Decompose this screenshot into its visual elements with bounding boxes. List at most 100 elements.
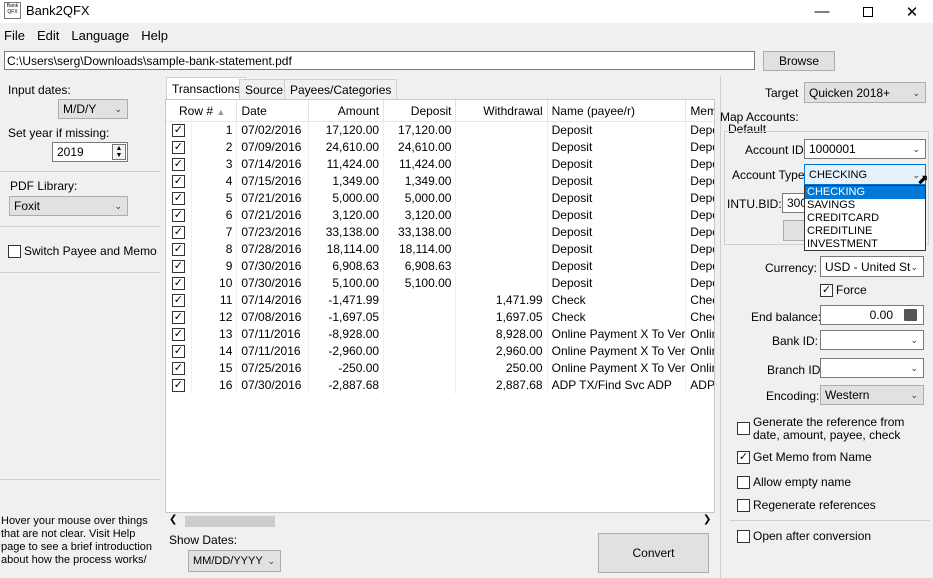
branch-id-select[interactable]: ⌄	[820, 358, 924, 378]
checkbox-box[interactable]: ✓	[171, 328, 185, 341]
column-header-withdrawal[interactable]: Withdrawal	[456, 100, 548, 122]
bank-id-select[interactable]: ⌄	[820, 330, 924, 350]
table-row[interactable]: ✓ 14 07/11/2016 -2,960.00 2,960.00 Online Pay…	[166, 343, 714, 360]
column-header-date[interactable]: Date	[237, 100, 309, 122]
end-balance-input[interactable]: 0.00	[820, 305, 924, 325]
row-checkbox[interactable]: ✓	[166, 343, 192, 360]
table-row[interactable]: ✓ 7 07/23/2016 33,138.00 33,138.00 Deposit Dep…	[166, 224, 714, 241]
menu-file[interactable]: File	[0, 25, 33, 46]
row-checkbox[interactable]: ✓	[166, 139, 192, 156]
show-dates-select[interactable]: MM/DD/YYYY ⌄	[188, 550, 281, 572]
checkbox-box[interactable]	[737, 475, 750, 489]
checkbox-box[interactable]: ✓	[171, 277, 185, 290]
row-checkbox[interactable]: ✓	[166, 224, 192, 241]
account-action-button[interactable]	[783, 220, 805, 241]
checkbox-box[interactable]: ✓	[171, 124, 185, 137]
scroll-left-icon[interactable]: ❮	[169, 514, 177, 525]
convert-button[interactable]: Convert	[598, 533, 709, 573]
row-checkbox[interactable]: ✓	[166, 122, 192, 139]
column-header-name[interactable]: Name (payee/r)	[548, 100, 687, 122]
checkbox-box[interactable]	[737, 422, 750, 435]
table-row[interactable]: ✓ 3 07/14/2016 11,424.00 11,424.00 Deposit Dep…	[166, 156, 714, 173]
checkbox-box[interactable]: ✓	[171, 311, 185, 324]
table-row[interactable]: ✓ 1207/08/2016-1,697.05 1,697.05CheckChec	[166, 309, 714, 326]
checkbox-box[interactable]: ✓	[171, 141, 185, 154]
checkbox-box[interactable]: ✓	[820, 283, 833, 297]
open-after-conversion-checkbox[interactable]: Open after conversion	[737, 529, 871, 543]
row-checkbox[interactable]: ✓	[166, 326, 192, 343]
row-checkbox[interactable]: ✓	[166, 309, 192, 326]
table-row[interactable]: ✓907/30/20166,908.636,908.63DepositDepo	[166, 258, 714, 275]
checkbox-box[interactable]: ✓	[171, 345, 185, 358]
table-row[interactable]: ✓ 16 07/30/2016 -2,887.68 2,887.68 ADP TX/Fin…	[166, 377, 714, 394]
checkbox-box[interactable]: ✓	[171, 294, 185, 307]
menu-help[interactable]: Help	[137, 25, 176, 46]
row-checkbox[interactable]: ✓	[166, 258, 192, 275]
tab-source[interactable]: Source	[239, 79, 290, 99]
calculator-icon[interactable]	[904, 309, 917, 321]
tab-payees-categories[interactable]: Payees/Categories	[284, 79, 398, 99]
regenerate-references-checkbox[interactable]: Regenerate references	[737, 498, 876, 512]
year-spinner[interactable]: 2019 ▲ ▼	[52, 142, 128, 162]
row-checkbox[interactable]: ✓	[166, 173, 192, 190]
table-row[interactable]: ✓507/21/20165,000.005,000.00DepositDepo	[166, 190, 714, 207]
column-header-amount[interactable]: Amount	[309, 100, 385, 122]
get-memo-checkbox[interactable]: ✓ Get Memo from Name	[737, 450, 872, 464]
file-path-input[interactable]: C:\Users\serg\Downloads\sample-bank-stat…	[4, 51, 755, 70]
browse-button[interactable]: Browse	[763, 51, 835, 71]
column-header-deposit[interactable]: Deposit	[384, 100, 457, 122]
row-checkbox[interactable]: ✓	[166, 156, 192, 173]
scroll-right-icon[interactable]: ❯	[703, 514, 711, 525]
table-row[interactable]: ✓ 13 07/11/2016 -8,928.00 8,928.00 Online Pay…	[166, 326, 714, 343]
row-checkbox[interactable]: ✓	[166, 377, 192, 394]
checkbox-box[interactable]: ✓	[171, 192, 185, 205]
row-checkbox[interactable]: ✓	[166, 241, 192, 258]
checkbox-box[interactable]	[737, 498, 750, 512]
column-header-memo[interactable]: Mem	[686, 100, 714, 122]
checkbox-box[interactable]: ✓	[171, 175, 185, 188]
pdf-library-select[interactable]: Foxit ⌄	[9, 196, 128, 216]
table-row[interactable]: ✓ 2 07/09/2016 24,610.00 24,610.00 Deposit Dep…	[166, 139, 714, 156]
table-row[interactable]: ✓ 1 07/02/2016 17,120.00 17,120.00 Deposit Dep…	[166, 122, 714, 139]
spinner-arrows-icon[interactable]: ▲ ▼	[112, 144, 126, 160]
encoding-select[interactable]: Western ⌄	[820, 385, 924, 405]
maximize-button[interactable]	[845, 0, 891, 23]
checkbox-box[interactable]: ✓	[171, 379, 185, 392]
checkbox-box[interactable]: ✓	[171, 209, 185, 222]
checkbox-box[interactable]: ✓	[171, 362, 185, 375]
menu-edit[interactable]: Edit	[33, 25, 67, 46]
close-button[interactable]: ✕	[889, 0, 933, 23]
row-checkbox[interactable]: ✓	[166, 207, 192, 224]
table-row[interactable]: ✓607/21/20163,120.003,120.00DepositDepo	[166, 207, 714, 224]
checkbox-box[interactable]	[737, 529, 750, 543]
dropdown-option-creditcard[interactable]: CREDITCARD	[805, 212, 925, 225]
row-checkbox[interactable]: ✓	[166, 360, 192, 377]
force-checkbox[interactable]: ✓ Force	[820, 283, 867, 297]
row-checkbox[interactable]: ✓	[166, 275, 192, 292]
checkbox-box[interactable]: ✓	[171, 260, 185, 273]
dropdown-option-savings[interactable]: SAVINGS	[805, 199, 925, 212]
account-id-select[interactable]: 1000001 ⌄	[804, 139, 926, 159]
input-dates-select[interactable]: M/D/Y ⌄	[58, 99, 128, 119]
column-header-row[interactable]: Row # ▲	[166, 100, 238, 122]
switch-payee-checkbox[interactable]: Switch Payee and Memo	[8, 244, 157, 258]
currency-select[interactable]: USD - United Sta ⌄	[820, 256, 924, 277]
dropdown-option-checking[interactable]: CHECKING	[805, 186, 925, 199]
scrollbar-thumb[interactable]	[185, 516, 275, 527]
minimize-button[interactable]: —	[799, 0, 845, 23]
checkbox-box[interactable]: ✓	[171, 158, 185, 171]
generate-reference-checkbox[interactable]: Generate the reference from date, amount…	[737, 416, 930, 442]
table-row[interactable]: ✓ 15 07/25/2016 -250.00 250.00 Online Payment…	[166, 360, 714, 377]
table-row[interactable]: ✓1007/30/20165,100.005,100.00DepositDepo	[166, 275, 714, 292]
allow-empty-name-checkbox[interactable]: Allow empty name	[737, 475, 851, 489]
tab-transactions[interactable]: Transactions	[166, 77, 247, 99]
target-select[interactable]: Quicken 2018+ ⌄	[804, 82, 926, 103]
menu-language[interactable]: Language	[67, 25, 137, 46]
checkbox-box[interactable]: ✓	[171, 226, 185, 239]
dropdown-option-creditline[interactable]: CREDITLINE	[805, 225, 925, 238]
checkbox-box[interactable]	[8, 244, 21, 258]
row-checkbox[interactable]: ✓	[166, 292, 192, 309]
table-row[interactable]: ✓407/15/20161,349.001,349.00DepositDepo	[166, 173, 714, 190]
checkbox-box[interactable]: ✓	[737, 450, 750, 464]
row-checkbox[interactable]: ✓	[166, 190, 192, 207]
